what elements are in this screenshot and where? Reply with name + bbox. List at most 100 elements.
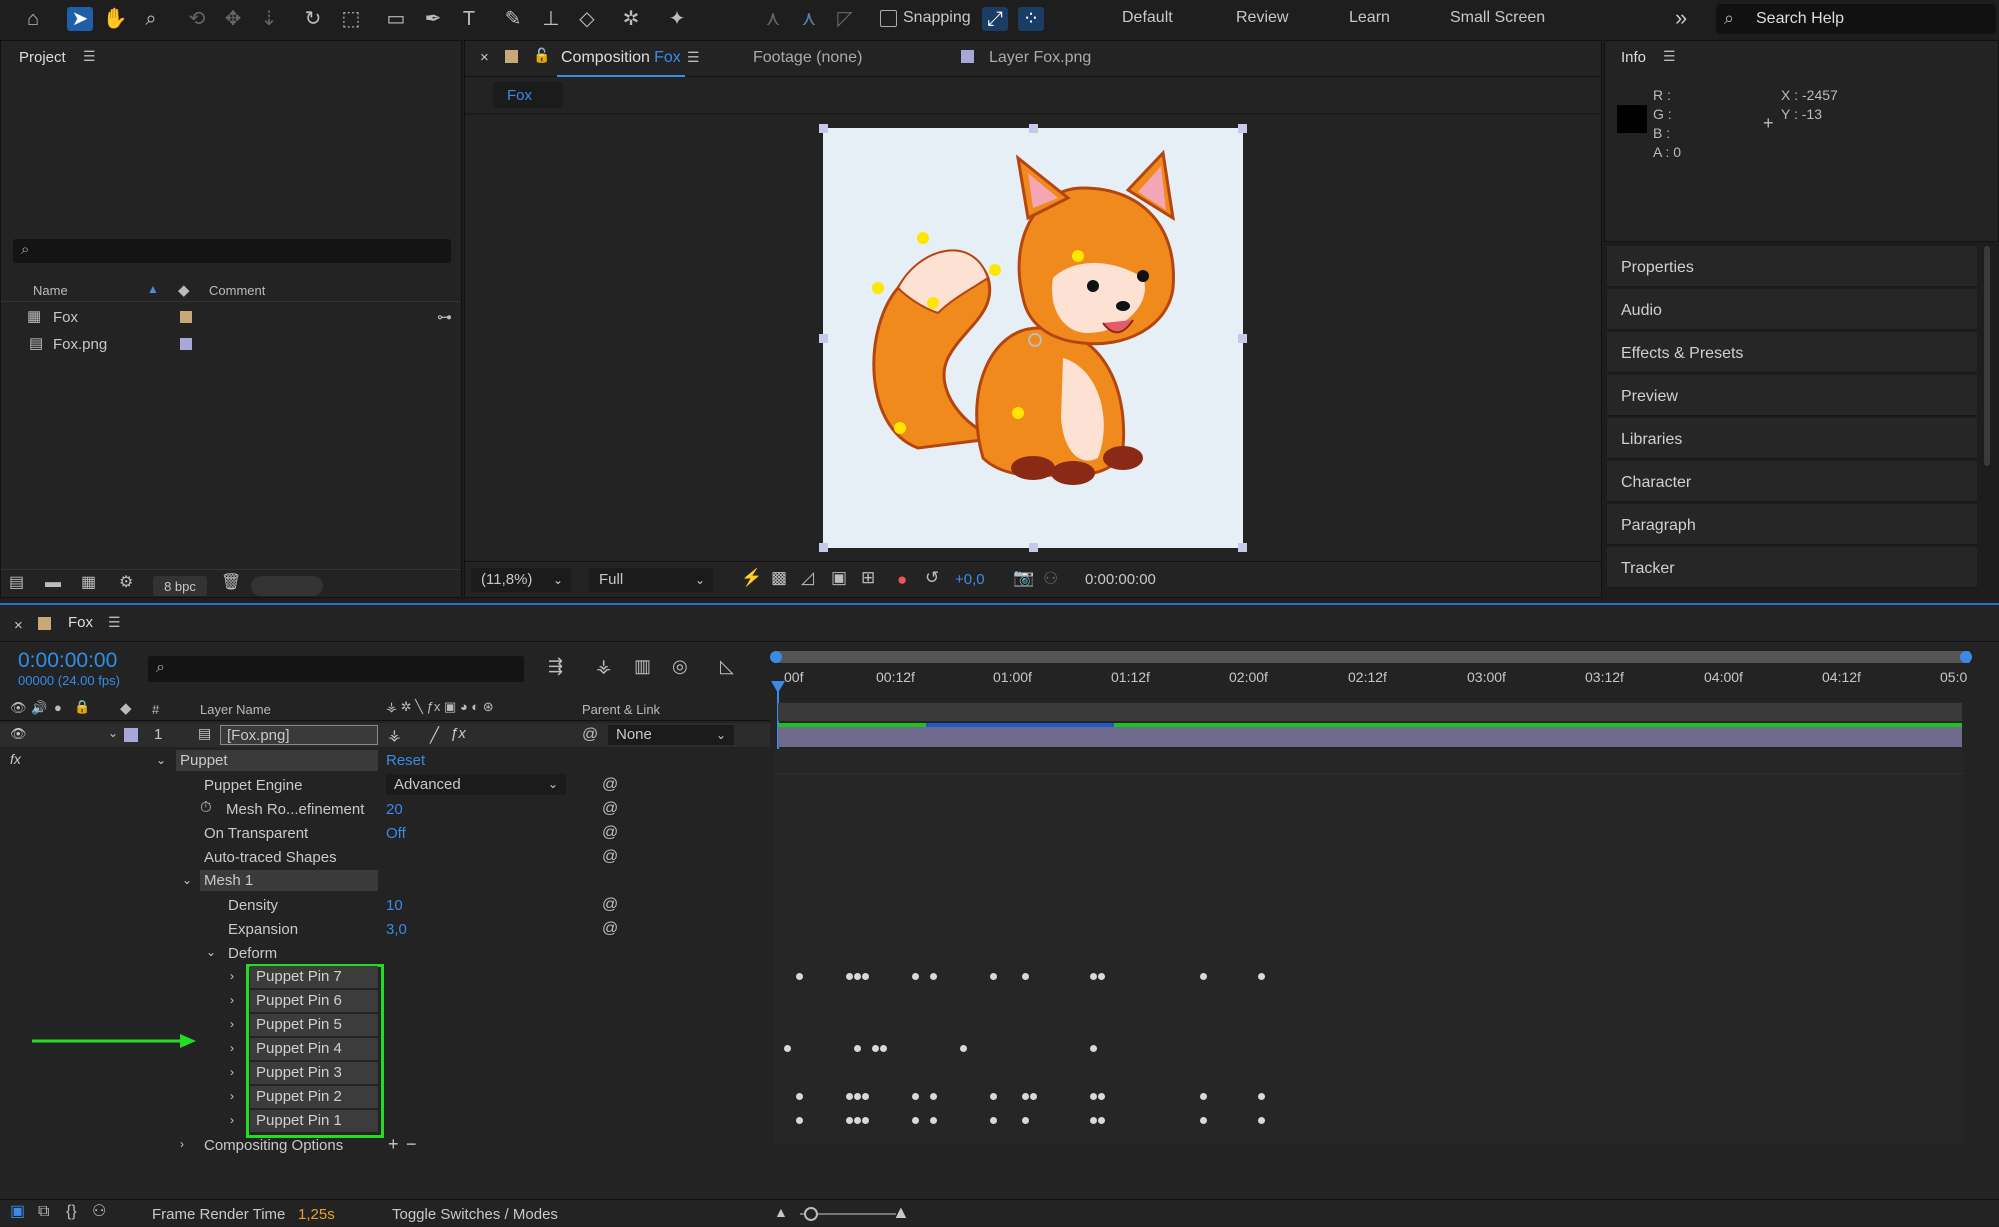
- panel-tracker[interactable]: Tracker: [1607, 547, 1977, 588]
- exposure-value[interactable]: +0,0: [955, 571, 985, 588]
- transform-handle[interactable]: [1238, 543, 1247, 552]
- chevron-down-icon[interactable]: ⌄: [182, 873, 192, 887]
- workspace-learn[interactable]: Learn: [1349, 9, 1390, 27]
- panel-menu-icon[interactable]: ☰: [1663, 48, 1676, 65]
- keyframe[interactable]: [930, 973, 937, 980]
- panel-effects-presets[interactable]: Effects & Presets: [1607, 332, 1977, 373]
- keyframe[interactable]: [862, 973, 869, 980]
- property-value[interactable]: 3,0: [386, 921, 407, 938]
- chevron-right-icon[interactable]: ›: [180, 1137, 184, 1151]
- shy-switch-icon[interactable]: ⚶: [388, 726, 401, 744]
- layer-switches-icon[interactable]: ▣: [10, 1204, 25, 1220]
- keyframe[interactable]: [854, 973, 861, 980]
- keyframe[interactable]: [854, 1117, 861, 1124]
- eraser-tool-icon[interactable]: ◇: [574, 7, 600, 31]
- pin4-keyframe-track[interactable]: [774, 1037, 1964, 1061]
- pickwhip-icon[interactable]: @: [602, 920, 618, 938]
- keyframe[interactable]: [1098, 973, 1105, 980]
- chevron-right-icon[interactable]: ›: [230, 1089, 234, 1103]
- sort-ascending-icon[interactable]: ▲: [147, 282, 159, 296]
- property-row-pin[interactable]: › Puppet Pin 1: [0, 1109, 770, 1133]
- label-color-swatch[interactable]: [180, 311, 192, 323]
- property-value[interactable]: Off: [386, 825, 406, 842]
- keyframe[interactable]: [1200, 1117, 1207, 1124]
- tab-layer[interactable]: Layer Fox.png: [989, 49, 1091, 67]
- pen-tool-icon[interactable]: ✒: [420, 7, 446, 31]
- project-item[interactable]: ▤ Fox.png: [1, 331, 461, 357]
- rectangle-tool-icon[interactable]: ▭: [383, 7, 409, 31]
- column-parent-link[interactable]: Parent & Link: [582, 702, 660, 717]
- camera-tool-icon[interactable]: ⬚: [338, 7, 364, 31]
- lock-icon[interactable]: 🔒: [74, 699, 90, 715]
- keyframe[interactable]: [990, 1117, 997, 1124]
- zoom-in-icon[interactable]: ▲: [892, 1202, 910, 1223]
- label-color-swatch[interactable]: [180, 338, 192, 350]
- draft-3d-icon[interactable]: ⚶: [596, 657, 611, 675]
- property-row-pin[interactable]: › Puppet Pin 6: [0, 989, 770, 1013]
- chevron-down-icon[interactable]: ⌄: [206, 945, 216, 959]
- keyframe[interactable]: [1022, 1117, 1029, 1124]
- playhead-handle[interactable]: [771, 681, 785, 693]
- panel-menu-icon[interactable]: ☰: [687, 49, 700, 66]
- brush-tool-icon[interactable]: ✎: [500, 7, 526, 31]
- tab-composition[interactable]: Composition Fox: [557, 49, 685, 77]
- interpret-footage-icon[interactable]: ▤: [9, 575, 24, 591]
- snap-edges-icon[interactable]: ⤢: [982, 7, 1008, 31]
- snapping-checkbox[interactable]: [880, 10, 897, 27]
- puppet-pin-marker[interactable]: [917, 232, 929, 244]
- puppet-engine-dropdown[interactable]: Advanced ⌄: [386, 774, 566, 795]
- keyframe[interactable]: [1200, 1093, 1207, 1100]
- chevron-right-icon[interactable]: ›: [230, 1065, 234, 1079]
- audio-speaker-icon[interactable]: 🔊: [31, 700, 47, 716]
- panel-menu-icon[interactable]: ☰: [108, 614, 121, 631]
- keyframe[interactable]: [1090, 1117, 1097, 1124]
- eye-icon[interactable]: 👁: [10, 726, 27, 742]
- column-name[interactable]: Name: [33, 283, 68, 298]
- panel-properties[interactable]: Properties: [1607, 246, 1977, 287]
- work-area-bar[interactable]: [774, 651, 1970, 663]
- transparency-grid-icon[interactable]: ▩: [771, 569, 787, 586]
- keyframe[interactable]: [854, 1045, 861, 1052]
- timeline-tab-comp[interactable]: Fox: [68, 614, 93, 631]
- property-row-pin[interactable]: › Puppet Pin 2: [0, 1085, 770, 1109]
- frame-blending-icon[interactable]: ▥: [634, 657, 651, 675]
- chevron-down-icon[interactable]: ⌄: [108, 726, 118, 740]
- pickwhip-icon[interactable]: @: [602, 848, 618, 866]
- dolly-tool-icon[interactable]: ⇣: [256, 7, 282, 31]
- keyframe[interactable]: [1098, 1117, 1105, 1124]
- new-folder-icon[interactable]: ▬: [45, 575, 61, 591]
- keyframe[interactable]: [1258, 1093, 1265, 1100]
- resolution-dropdown[interactable]: Full ⌄: [589, 568, 713, 592]
- zoom-slider-handle[interactable]: [804, 1207, 818, 1221]
- panel-character[interactable]: Character: [1607, 461, 1977, 502]
- keyframe-track-area[interactable]: [774, 749, 1964, 1145]
- zoom-out-icon[interactable]: ▲: [774, 1204, 788, 1220]
- show-snapshot-icon[interactable]: ⚇: [1043, 569, 1058, 589]
- fast-previews-icon[interactable]: ⚡: [741, 569, 762, 586]
- color-channels-icon[interactable]: ●: [897, 570, 907, 590]
- transform-handle[interactable]: [1238, 334, 1247, 343]
- quality-switch-icon[interactable]: ╱: [430, 726, 439, 744]
- keyframe[interactable]: [862, 1117, 869, 1124]
- label-tag-icon[interactable]: ◆: [120, 699, 132, 717]
- grid-guides-icon[interactable]: ⊞: [861, 569, 875, 586]
- chevron-right-icon[interactable]: ›: [230, 969, 234, 983]
- pickwhip-icon[interactable]: @: [602, 896, 618, 914]
- keyframe[interactable]: [846, 1093, 853, 1100]
- axis-local-icon[interactable]: ⋏: [760, 7, 786, 31]
- keyframe[interactable]: [1200, 973, 1207, 980]
- keyframe[interactable]: [846, 973, 853, 980]
- property-row-deform[interactable]: ⌄ Deform: [0, 941, 770, 965]
- close-tab-icon[interactable]: ×: [480, 49, 489, 66]
- property-row-pin[interactable]: › Puppet Pin 7: [0, 965, 770, 989]
- current-time-display[interactable]: 0:00:00:00: [1085, 571, 1156, 588]
- keyframe[interactable]: [854, 1093, 861, 1100]
- keyframe[interactable]: [862, 1093, 869, 1100]
- puppet-pin-marker[interactable]: [989, 264, 1001, 276]
- clone-stamp-icon[interactable]: ⊥: [538, 7, 564, 31]
- mask-visibility-icon[interactable]: ◿: [801, 569, 814, 586]
- time-ruler[interactable]: 00f 00:12f 01:00f 01:12f 02:00f 02:12f 0…: [774, 667, 1970, 693]
- pin2-keyframe-track[interactable]: [774, 1085, 1964, 1109]
- puppet-pin-tool-icon[interactable]: ✦: [664, 7, 690, 31]
- current-timecode[interactable]: 0:00:00:00: [18, 649, 117, 673]
